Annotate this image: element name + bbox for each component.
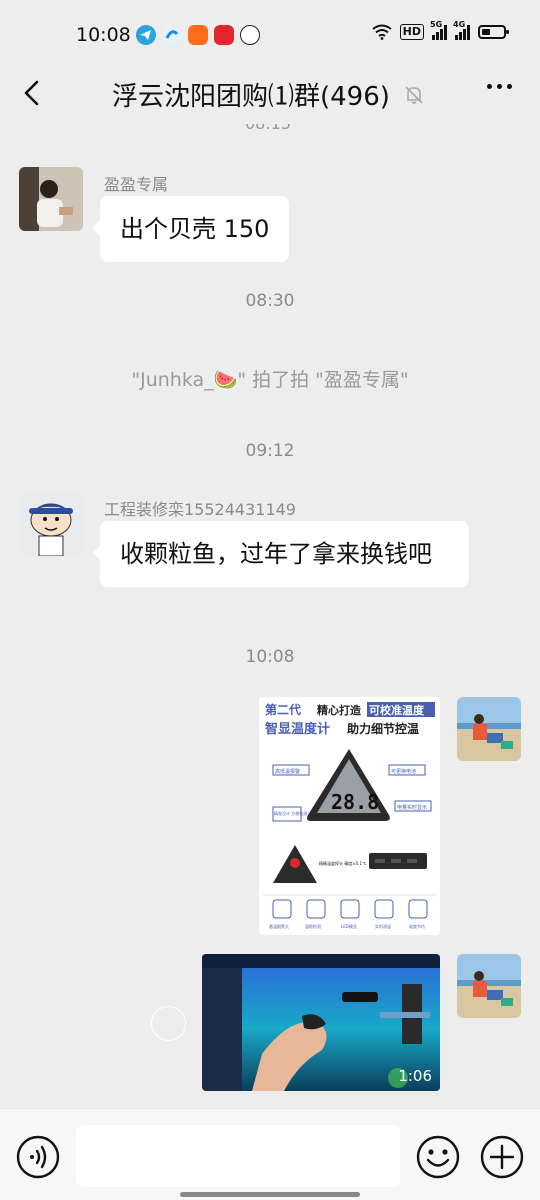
- feature-icon-label: LED模显: [341, 923, 357, 929]
- scrolled-timestamp: 08:15: [245, 124, 295, 134]
- signal-5g-icon: 5G: [430, 20, 447, 40]
- promo-line2a: 智显温度计: [265, 721, 330, 737]
- back-icon[interactable]: [18, 78, 48, 108]
- feature-label: 精准设计 方便检测: [274, 810, 307, 816]
- video-duration: 1:06: [398, 1067, 432, 1085]
- message-text: 出个贝壳 150: [120, 215, 270, 243]
- message-bubble[interactable]: 出个贝壳 150: [91, 196, 290, 262]
- status-bar: 10:08 HD 5G 4G: [0, 0, 540, 70]
- title-group: 浮云沈阳团购⑴群(496): [112, 76, 426, 113]
- pat-system-message: "Junhka_🍉" 拍了拍 "盈盈专属": [131, 369, 409, 391]
- voice-input-icon[interactable]: [16, 1135, 60, 1179]
- hd-badge: HD: [399, 24, 424, 40]
- feature-label: 可更换电池: [391, 768, 416, 775]
- input-bar: [0, 1108, 540, 1200]
- telegram-icon: [136, 25, 156, 45]
- wifi-icon: [372, 24, 392, 40]
- feature-icon-label: 实时测温: [375, 923, 391, 929]
- sender-name: 盈盈专属: [104, 175, 169, 194]
- sender-name: 工程装修栾15524431149: [104, 500, 296, 519]
- status-right: HD 5G 4G: [372, 20, 509, 40]
- feature-icon-label: 极度节约: [409, 923, 425, 929]
- video-message[interactable]: 1:06: [202, 954, 440, 1091]
- battery-icon: [478, 25, 509, 39]
- feature-label: 高低温报警: [275, 768, 300, 775]
- more-options-icon[interactable]: [487, 84, 512, 89]
- feature-icon-label: 温稳检测: [305, 923, 321, 929]
- app-icon-bot: [240, 25, 260, 45]
- promo-line1c: 可校准温度: [369, 703, 425, 717]
- app-icon-red: [214, 25, 234, 45]
- promo-line1b: 精心打造: [317, 703, 362, 717]
- app-icon-orange: [188, 25, 208, 45]
- thermometer-reading: 28.8: [331, 790, 379, 814]
- plus-icon[interactable]: [480, 1135, 524, 1179]
- promo-line2b: 助力细节控温: [347, 721, 419, 736]
- sending-progress-icon: [151, 1006, 186, 1041]
- signal-4g-icon: 4G: [453, 20, 470, 40]
- image-message[interactable]: 第二代 精心打造 可校准温度 智显温度计 助力细节控温 28.8 高低温报警 可…: [259, 697, 440, 935]
- chat-title[interactable]: 浮云沈阳团购⑴群(496): [112, 76, 390, 113]
- chat-header: 浮云沈阳团购⑴群(496): [0, 70, 540, 120]
- feature-label: 电量实时显示: [397, 804, 427, 811]
- promo-line1a: 第二代: [265, 702, 301, 717]
- mute-bell-icon: [405, 85, 423, 104]
- app-icon-blue: [162, 25, 182, 45]
- avatar-self[interactable]: [457, 697, 521, 761]
- avatar[interactable]: [19, 167, 83, 231]
- emoji-icon[interactable]: [416, 1135, 460, 1179]
- home-indicator: [180, 1192, 360, 1197]
- status-time: 10:08: [76, 24, 131, 46]
- avatar[interactable]: [19, 492, 83, 556]
- message-input[interactable]: [76, 1125, 400, 1187]
- feature-icon-label: 悬温报警大: [269, 923, 289, 929]
- message-text: 收颗粒鱼，过年了拿来换钱吧: [120, 540, 432, 568]
- timestamp: 08:30: [245, 291, 295, 311]
- message-bubble[interactable]: 收颗粒鱼，过年了拿来换钱吧: [92, 521, 469, 587]
- probe-label: 精确温度探头 精度±0.1℃: [319, 860, 367, 866]
- avatar-self[interactable]: [457, 954, 521, 1018]
- timestamp: 09:12: [245, 441, 295, 461]
- timestamp: 10:08: [245, 647, 295, 667]
